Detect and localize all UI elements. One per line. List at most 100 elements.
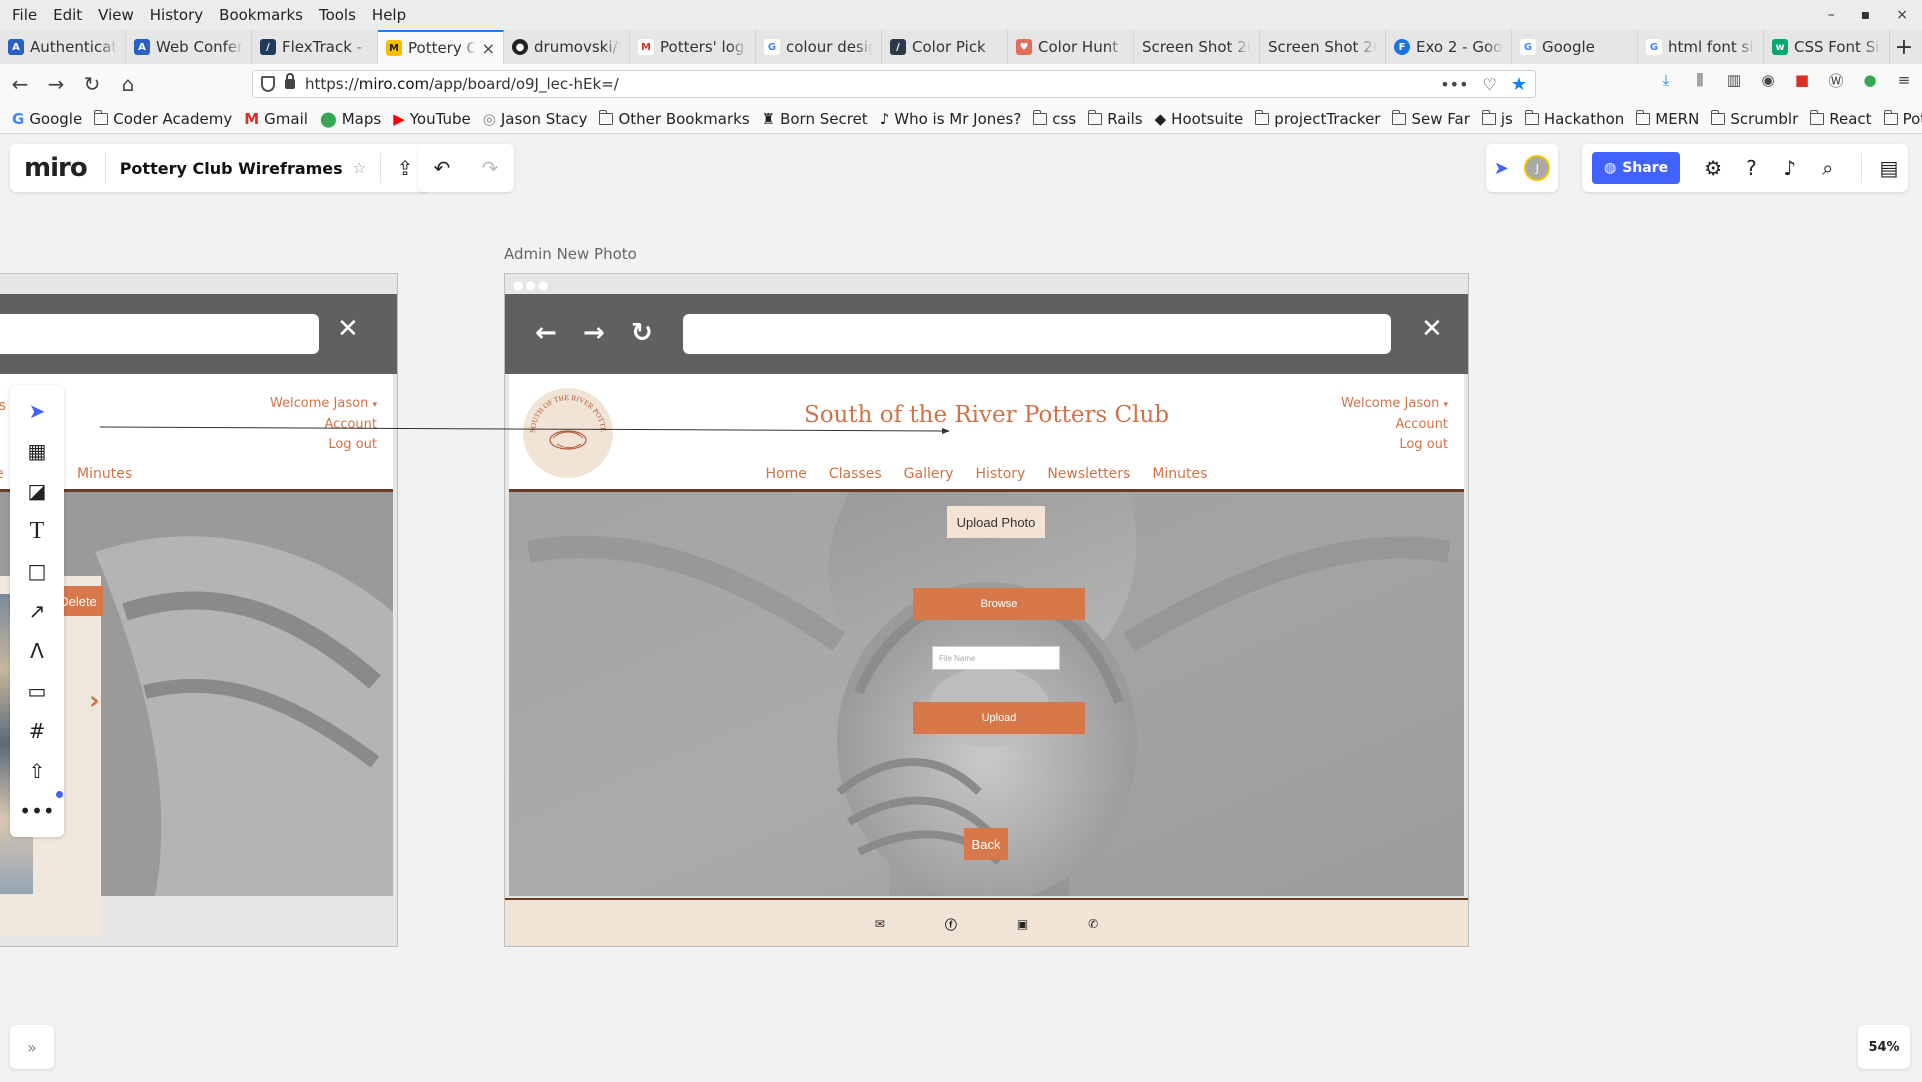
bookmark-potter[interactable]: Potter — [1883, 109, 1922, 128]
redo-icon[interactable]: ↷ — [482, 156, 499, 180]
extension-color-icon[interactable]: ● — [1860, 70, 1880, 90]
tab-html-font-size[interactable]: Ghtml font siz — [1638, 30, 1764, 64]
left-welcome-link[interactable]: Welcome Jason ▾ — [270, 394, 377, 415]
bookmark-gmail[interactable]: M Gmail — [244, 110, 308, 128]
bookmark-css[interactable]: css — [1033, 109, 1076, 128]
tab-color-pick[interactable]: / Color Pick — [882, 30, 1008, 64]
menu-history[interactable]: History — [142, 6, 211, 24]
envelope-icon[interactable]: ✉ — [875, 917, 885, 931]
account-link[interactable]: Account — [1341, 415, 1449, 435]
forward-arrow-icon[interactable]: → — [40, 68, 72, 100]
more-tools-icon[interactable]: ••• — [17, 791, 63, 831]
bookmark-youtube[interactable]: ▶ YouTube — [393, 110, 471, 128]
close-window-button[interactable]: × — [1896, 7, 1908, 23]
collaborator-cursor-icon[interactable]: ➤ — [1494, 158, 1509, 179]
bookmark-js[interactable]: js — [1481, 109, 1513, 128]
file-name-input[interactable]: File Name — [932, 646, 1060, 670]
upload-photo-heading-button[interactable]: Upload Photo — [947, 506, 1045, 538]
shape-tool-icon[interactable]: □ — [17, 551, 57, 591]
bookmark-react[interactable]: React — [1810, 109, 1872, 128]
nav-minutes[interactable]: Minutes — [1152, 466, 1207, 482]
bookmark-sew-far[interactable]: Sew Far — [1392, 109, 1470, 128]
bookmark-mr-jones[interactable]: ♪ Who is Mr Jones? — [880, 110, 1022, 128]
nav-gallery[interactable]: Gallery — [904, 466, 954, 482]
menu-help[interactable]: Help — [364, 6, 414, 24]
nav-classes[interactable]: Classes — [829, 466, 882, 482]
tab-screenshot-2[interactable]: Screen Shot 202 — [1260, 30, 1386, 64]
bookmark-born-secret[interactable]: ♜ Born Secret — [762, 110, 868, 128]
downloads-icon[interactable]: ⤓ — [1656, 70, 1676, 90]
frame-tool-icon[interactable]: # — [17, 711, 57, 751]
zoom-level[interactable]: 54% — [1858, 1025, 1910, 1069]
back-button[interactable]: Back — [964, 828, 1008, 860]
welcome-link[interactable]: Welcome Jason ▾ — [1341, 394, 1448, 415]
bookmark-hackathon[interactable]: Hackathon — [1524, 109, 1624, 128]
expand-panel-icon[interactable]: » — [10, 1025, 54, 1069]
browse-button[interactable]: Browse — [913, 588, 1085, 620]
library-icon[interactable]: ⫼ — [1690, 70, 1710, 90]
admin-new-photo-frame[interactable]: ●●● ← → ↻ ✕ SOUTH OF THE RIVER POTTERS C… — [504, 273, 1469, 947]
hamburger-menu-icon[interactable]: ≡ — [1894, 70, 1914, 90]
pocket-icon[interactable]: ♡ — [1483, 75, 1497, 94]
tab-exo2[interactable]: F Exo 2 - Goog — [1386, 30, 1512, 64]
miro-board[interactable]: Admin New Photo ✕ rs Welcome Jason ▾ Acc… — [0, 135, 1922, 1082]
notifications-bell-icon[interactable]: ♪ — [1771, 148, 1809, 188]
minimize-button[interactable]: – — [1828, 7, 1835, 23]
home-icon[interactable]: ⌂ — [112, 68, 144, 100]
extension-red-icon[interactable]: ■ — [1792, 70, 1812, 90]
instagram-icon[interactable]: ▣ — [1017, 917, 1028, 931]
share-button[interactable]: ◍ Share — [1592, 152, 1681, 184]
back-arrow-icon[interactable]: ← — [4, 68, 36, 100]
settings-sliders-icon[interactable]: ⚙ — [1694, 148, 1732, 188]
menu-bookmarks[interactable]: Bookmarks — [211, 6, 311, 24]
tab-web-conference[interactable]: A Web Confer — [126, 30, 252, 64]
sidebar-icon[interactable]: ▥ — [1724, 70, 1744, 90]
nav-newsletters[interactable]: Newsletters — [1047, 466, 1130, 482]
extension-w-icon[interactable]: Ⓦ — [1826, 70, 1846, 90]
miro-logo[interactable]: miro — [10, 153, 105, 183]
templates-icon[interactable]: ▦ — [17, 431, 57, 471]
tab-colour-design[interactable]: Gcolour desig — [756, 30, 882, 64]
maximize-button[interactable]: ▪ — [1861, 7, 1871, 23]
board-name[interactable]: Pottery Club Wireframes — [106, 159, 353, 178]
board-menu-icon[interactable]: ▤ — [1870, 148, 1908, 188]
bookmark-coder-academy[interactable]: Coder Academy — [94, 109, 232, 128]
help-icon[interactable]: ? — [1732, 148, 1770, 188]
url-text[interactable]: https://miro.com/app/board/o9J_lec-hEk=/ — [305, 75, 619, 93]
url-bar[interactable]: https://miro.com/app/board/o9J_lec-hEk=/… — [252, 70, 1536, 98]
nav-home[interactable]: Home — [766, 466, 807, 482]
tab-google[interactable]: G Google — [1512, 30, 1638, 64]
left-account-link[interactable]: Account — [270, 415, 378, 435]
tab-color-hunt[interactable]: ♥ Color Hunt — [1008, 30, 1134, 64]
tab-screenshot-1[interactable]: Screen Shot 202 — [1134, 30, 1260, 64]
tracking-shield-icon[interactable] — [261, 76, 275, 92]
avatar[interactable]: J — [1524, 155, 1551, 181]
undo-icon[interactable]: ↶ — [434, 156, 451, 180]
upload-tool-icon[interactable]: ⇧ — [17, 751, 57, 791]
bookmark-star-icon[interactable]: ★ — [1511, 74, 1527, 95]
pen-tool-icon[interactable]: Ʌ — [17, 631, 57, 671]
page-actions-icon[interactable]: ••• — [1440, 75, 1468, 94]
select-pointer-icon[interactable]: ➤ — [17, 391, 57, 431]
upload-button[interactable]: Upload — [913, 702, 1085, 734]
close-tab-icon[interactable]: × — [482, 39, 495, 58]
comment-icon[interactable]: ▭ — [17, 671, 57, 711]
text-tool-icon[interactable]: T — [17, 511, 57, 551]
tab-flextrack[interactable]: / FlexTrack - C — [252, 30, 378, 64]
new-tab-button[interactable]: + — [1890, 30, 1918, 64]
tab-gmail[interactable]: M Potters' log — [630, 30, 756, 64]
favorite-star-icon[interactable]: ☆ — [353, 159, 380, 177]
bookmark-jason-stacy[interactable]: ◎ Jason Stacy — [483, 110, 588, 128]
tab-github[interactable]: ● drumovski/S — [504, 30, 630, 64]
nav-history[interactable]: History — [976, 466, 1026, 482]
reload-icon[interactable]: ↻ — [76, 68, 108, 100]
bookmark-google[interactable]: G Google — [12, 110, 82, 128]
left-logout-link[interactable]: Log out — [270, 435, 377, 455]
logout-link[interactable]: Log out — [1341, 435, 1448, 455]
search-icon[interactable]: ⌕ — [1809, 148, 1847, 188]
phone-icon[interactable]: ✆ — [1088, 917, 1098, 931]
frame-title[interactable]: Admin New Photo — [504, 245, 637, 263]
bookmark-projecttracker[interactable]: projectTracker — [1255, 109, 1380, 128]
bookmark-rails[interactable]: Rails — [1088, 109, 1143, 128]
connection-line-icon[interactable]: ↗ — [17, 591, 57, 631]
